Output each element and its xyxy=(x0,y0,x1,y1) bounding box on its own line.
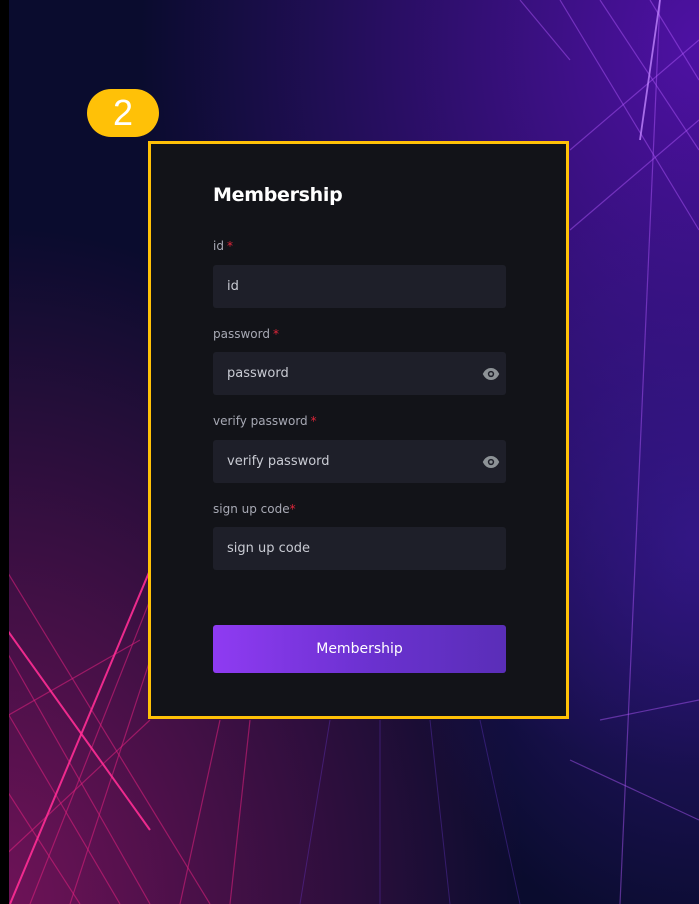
password-input[interactable] xyxy=(213,352,506,395)
id-label-text: id xyxy=(213,239,224,253)
id-required-mark: * xyxy=(226,239,233,253)
password-required-mark: * xyxy=(272,327,279,341)
verify-password-required-mark: * xyxy=(310,414,317,428)
sign-up-code-field xyxy=(213,527,506,570)
sign-up-code-label-text: sign up code xyxy=(213,502,290,516)
membership-form-card: Membership id* password* verify password… xyxy=(148,141,569,719)
page-root: 2 Membership id* password* verify passwo… xyxy=(0,0,699,904)
sign-up-code-input[interactable] xyxy=(213,527,506,570)
membership-submit-button[interactable]: Membership xyxy=(213,625,506,673)
step-number-badge: 2 xyxy=(87,89,159,137)
id-field xyxy=(213,265,506,308)
verify-password-label-text: verify password xyxy=(213,414,308,428)
sign-up-code-required-mark: * xyxy=(289,502,296,516)
id-input[interactable] xyxy=(213,265,506,308)
password-label: password * xyxy=(213,327,279,341)
eye-icon[interactable] xyxy=(482,453,500,471)
id-label: id * xyxy=(213,239,233,253)
eye-icon[interactable] xyxy=(482,365,500,383)
verify-password-input[interactable] xyxy=(213,440,506,483)
verify-password-field xyxy=(213,440,506,483)
verify-password-label: verify password * xyxy=(213,414,317,428)
left-edge-bar xyxy=(0,0,9,904)
password-label-text: password xyxy=(213,327,270,341)
password-field xyxy=(213,352,506,395)
sign-up-code-label: sign up code* xyxy=(213,502,296,516)
form-title: Membership xyxy=(213,184,343,206)
